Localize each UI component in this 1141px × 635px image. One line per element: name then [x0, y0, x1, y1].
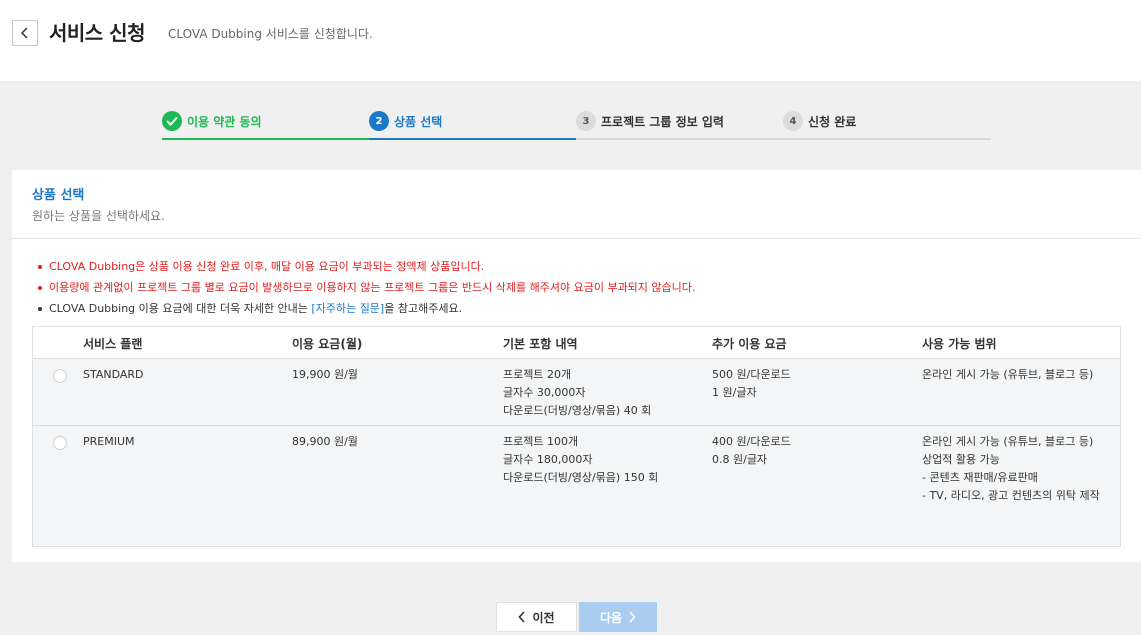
step-complete: 4 신청 완료 [783, 108, 991, 140]
step-label: 신청 완료 [808, 115, 857, 129]
plan-price: 19,900 원/월 [292, 368, 358, 381]
prev-button[interactable]: 이전 [496, 602, 577, 632]
column-header: 서비스 플랜 [83, 337, 143, 351]
notice-text: 을 참고해주세요. [384, 302, 463, 315]
next-label: 다음 [599, 610, 623, 625]
prev-label: 이전 [532, 610, 555, 625]
table-row-premium[interactable]: PREMIUM 89,900 원/월 프로젝트 100개 글자수 180,000… [33, 426, 1120, 546]
plan-extra: 500 원/다운로드 1 원/글자 [712, 366, 791, 402]
plan-name: PREMIUM [83, 435, 135, 448]
progress-steps: 이용 약관 동의 2 상품 선택 3 프로젝트 그룹 정보 입력 4 신청 완료 [162, 108, 991, 140]
extra-line: 1 원/글자 [712, 386, 757, 399]
plan-price: 89,900 원/월 [292, 435, 358, 448]
section-subtitle: 원하는 상품을 선택하세요. [32, 209, 165, 223]
step-number: 2 [369, 111, 389, 131]
back-button[interactable] [12, 20, 38, 46]
footer-buttons: 이전 다음 [496, 602, 657, 632]
column-header: 추가 이용 요금 [712, 337, 787, 351]
notice-item: CLOVA Dubbing은 상품 이용 신청 완료 이후, 매달 이용 요금이… [38, 256, 695, 277]
extra-line: 0.8 원/글자 [712, 453, 768, 466]
step-number: 4 [783, 111, 803, 131]
column-header: 이용 요금(월) [292, 337, 363, 351]
notice-item: CLOVA Dubbing 이용 요금에 대한 더욱 자세한 안내는 [자주하는… [38, 298, 695, 319]
scope-line: - TV, 라디오, 광고 컨텐츠의 위탁 제작 [922, 489, 1100, 502]
check-icon [162, 111, 182, 131]
plan-scope: 온라인 게시 가능 (유튜브, 블로그 등) 상업적 활용 가능 - 콘텐츠 재… [922, 433, 1112, 505]
next-button[interactable]: 다음 [579, 602, 657, 632]
scope-line: 온라인 게시 가능 (유튜브, 블로그 등) [922, 368, 1094, 381]
divider [12, 238, 1141, 239]
plan-name: STANDARD [83, 368, 144, 381]
product-panel: 상품 선택 원하는 상품을 선택하세요. CLOVA Dubbing은 상품 이… [12, 170, 1141, 562]
step-project-group: 3 프로젝트 그룹 정보 입력 [576, 108, 783, 140]
extra-line: 400 원/다운로드 [712, 435, 791, 448]
basic-line: 글자수 30,000자 [503, 386, 586, 399]
table-header: 서비스 플랜 이용 요금(월) 기본 포함 내역 추가 이용 요금 사용 가능 … [33, 327, 1120, 359]
step-number: 3 [576, 111, 596, 131]
notice-text: CLOVA Dubbing 이용 요금에 대한 더욱 자세한 안내는 [49, 302, 312, 315]
step-product: 2 상품 선택 [369, 108, 576, 140]
basic-line: 프로젝트 100개 [503, 435, 579, 448]
scope-line: 온라인 게시 가능 (유튜브, 블로그 등) [922, 435, 1094, 448]
column-header: 사용 가능 범위 [922, 337, 997, 351]
plan-scope: 온라인 게시 가능 (유튜브, 블로그 등) [922, 366, 1112, 384]
plan-basic: 프로젝트 20개 글자수 30,000자 다운로드(더빙/영상/묶음) 40 회 [503, 366, 651, 420]
notice-list: CLOVA Dubbing은 상품 이용 신청 완료 이후, 매달 이용 요금이… [38, 256, 695, 319]
scope-line: 상업적 활용 가능 [922, 453, 1000, 466]
plan-basic: 프로젝트 100개 글자수 180,000자 다운로드(더빙/영상/묶음) 15… [503, 433, 658, 487]
basic-line: 프로젝트 20개 [503, 368, 572, 381]
basic-line: 다운로드(더빙/영상/묶음) 150 회 [503, 471, 659, 484]
basic-line: 글자수 180,000자 [503, 453, 593, 466]
notice-item: 이용량에 관계없이 프로젝트 그룹 별로 요금이 발생하므로 이용하지 않는 프… [38, 277, 695, 298]
table-row-standard[interactable]: STANDARD 19,900 원/월 프로젝트 20개 글자수 30,000자… [33, 359, 1120, 426]
step-label: 이용 약관 동의 [187, 115, 262, 129]
chevron-left-icon [518, 611, 526, 623]
plan-table: 서비스 플랜 이용 요금(월) 기본 포함 내역 추가 이용 요금 사용 가능 … [32, 326, 1121, 547]
plan-radio-premium[interactable] [53, 436, 67, 450]
section-title: 상품 선택 [32, 188, 85, 203]
chevron-right-icon [629, 611, 636, 623]
basic-line: 다운로드(더빙/영상/묶음) 40 회 [503, 404, 652, 417]
chevron-left-icon [20, 27, 28, 39]
header-bar: 서비스 신청 CLOVA Dubbing 서비스를 신청합니다. [0, 0, 1141, 81]
step-terms: 이용 약관 동의 [162, 108, 369, 140]
column-header: 기본 포함 내역 [503, 337, 578, 351]
scope-line: - 콘텐츠 재판매/유료판매 [922, 471, 1038, 484]
faq-link[interactable]: [자주하는 질문] [311, 302, 384, 315]
extra-line: 500 원/다운로드 [712, 368, 791, 381]
step-label: 프로젝트 그룹 정보 입력 [601, 115, 724, 129]
page-title: 서비스 신청 [49, 21, 145, 45]
page-subtitle: CLOVA Dubbing 서비스를 신청합니다. [168, 27, 373, 41]
plan-extra: 400 원/다운로드 0.8 원/글자 [712, 433, 791, 469]
step-label: 상품 선택 [394, 115, 443, 129]
plan-radio-standard[interactable] [53, 369, 67, 383]
